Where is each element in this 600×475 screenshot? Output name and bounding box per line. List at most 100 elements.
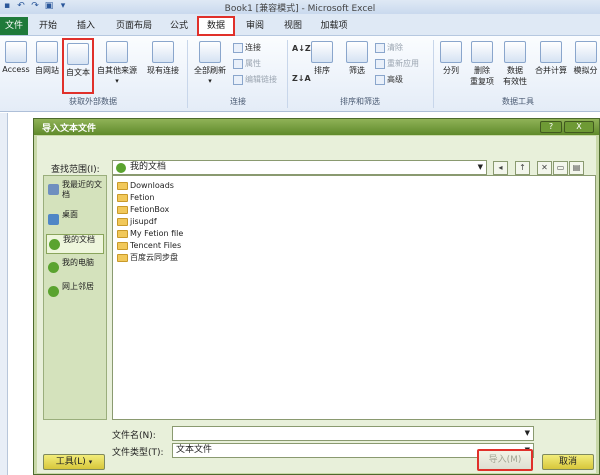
what-if-analysis-button[interactable]: 模拟分 [571, 38, 600, 94]
help-button[interactable]: ? [540, 121, 562, 133]
ribbon-tabs: 文件 开始 插入 页面布局 公式 数据 审阅 视图 加载项 [0, 14, 600, 36]
from-text-button[interactable]: 自文本 [62, 38, 94, 94]
tab-review[interactable]: 审阅 [240, 18, 270, 34]
reapply-button[interactable]: 重新应用 [375, 57, 419, 71]
list-item[interactable]: jisupdf [117, 216, 157, 228]
group-separator [187, 40, 188, 108]
places-bar: 我最近的文档 桌面 我的文档 我的电脑 网上邻居 [43, 175, 107, 420]
new-folder-icon[interactable]: ▭ [553, 161, 568, 175]
place-network[interactable]: 网上邻居 [46, 282, 104, 302]
tab-file[interactable]: 文件 [0, 17, 28, 35]
folder-icon [117, 194, 128, 202]
back-icon[interactable]: ◂ [493, 161, 508, 175]
data-validation-button[interactable]: 数据 有效性 [499, 38, 531, 94]
text-file-icon [67, 43, 89, 65]
connections-button[interactable]: 连接 [233, 41, 261, 55]
group-label-external-data: 获取外部数据 [69, 97, 117, 106]
lookin-label: 查找范围(I): [51, 165, 100, 175]
file-list[interactable]: Downloads Fetion FetionBox jisupdf My Fe… [112, 175, 596, 420]
tab-addins[interactable]: 加载项 [314, 18, 354, 34]
clear-filter-button[interactable]: 清除 [375, 41, 403, 55]
place-recent-documents[interactable]: 我最近的文档 [46, 180, 104, 206]
dialog-body: 查找范围(I): 我的文档 ▼ ◂ ↑ ✕ ▭ ▤ 我最近的文档 桌面 我的文档 [37, 136, 596, 473]
sort-icon [311, 41, 333, 63]
sort-button[interactable]: 排序 [308, 38, 336, 94]
tab-view[interactable]: 视图 [278, 18, 308, 34]
from-web-button[interactable]: 自网站 [32, 38, 62, 94]
from-other-sources-button[interactable]: 自其他来源 ▾ [95, 38, 139, 94]
chevron-down-icon: ▼ [477, 163, 483, 171]
folder-icon [117, 218, 128, 226]
folder-icon [117, 254, 128, 262]
cancel-button[interactable]: 取消 [542, 454, 594, 470]
refresh-icon [199, 41, 221, 63]
list-item[interactable]: Fetion [117, 192, 154, 204]
tab-data[interactable]: 数据 [197, 16, 235, 36]
group-label-sort-filter: 排序和筛选 [340, 97, 380, 106]
recent-docs-icon [48, 184, 59, 195]
remove-duplicates-icon [471, 41, 493, 63]
folder-icon [117, 230, 128, 238]
dialog-title-bar: 导入文本文件 ? X [34, 119, 599, 135]
tab-insert[interactable]: 插入 [70, 18, 102, 34]
list-item[interactable]: Downloads [117, 180, 174, 192]
remove-duplicates-button[interactable]: 删除 重复项 [467, 38, 497, 94]
connections-icon [233, 42, 243, 53]
network-places-icon [48, 286, 59, 297]
reapply-icon [375, 58, 385, 69]
filter-funnel-icon [346, 41, 368, 63]
filename-label: 文件名(N): [112, 431, 156, 441]
refresh-all-button[interactable]: 全部刷新 ▾ [190, 38, 230, 94]
existing-connections-icon [152, 41, 174, 63]
tab-home[interactable]: 开始 [30, 18, 66, 34]
row-headers [0, 113, 8, 475]
existing-connections-button[interactable]: 现有连接 [143, 38, 183, 94]
views-icon[interactable]: ▤ [569, 161, 584, 175]
desktop-icon [48, 214, 59, 225]
folder-icon [117, 206, 128, 214]
import-button[interactable]: 导入(M) [477, 449, 533, 471]
edit-links-button[interactable]: 编辑链接 [233, 73, 277, 87]
my-documents-icon [49, 239, 60, 250]
properties-button[interactable]: 属性 [233, 57, 261, 71]
list-item[interactable]: FetionBox [117, 204, 169, 216]
delete-icon[interactable]: ✕ [537, 161, 552, 175]
advanced-filter-button[interactable]: 高级 [375, 73, 403, 87]
chevron-down-icon: ▼ [524, 429, 530, 437]
from-access-button[interactable]: Access [0, 38, 32, 94]
place-my-computer[interactable]: 我的电脑 [46, 258, 104, 278]
ribbon: Access 自网站 自文本 自其他来源 ▾ 现有连接 获取外部数据 全部刷新 ▾ … [0, 36, 600, 112]
close-button[interactable]: X [564, 121, 594, 133]
access-icon [5, 41, 27, 63]
group-separator [433, 40, 434, 108]
filename-input[interactable]: ▼ [172, 426, 534, 441]
properties-icon [233, 58, 243, 69]
lookin-combo[interactable]: 我的文档 ▼ [112, 160, 487, 175]
filetype-label: 文件类型(T): [112, 448, 164, 458]
group-label-data-tools: 数据工具 [502, 97, 534, 106]
filter-button[interactable]: 筛选 [342, 38, 372, 94]
text-to-columns-button[interactable]: 分列 [437, 38, 465, 94]
advanced-icon [375, 74, 385, 85]
tab-formulas[interactable]: 公式 [164, 18, 194, 34]
group-label-connections: 连接 [230, 97, 246, 106]
list-item[interactable]: My Fetion file [117, 228, 183, 240]
tab-page-layout[interactable]: 页面布局 [108, 18, 160, 34]
web-icon [36, 41, 58, 63]
import-text-file-dialog: 导入文本文件 ? X 查找范围(I): 我的文档 ▼ ◂ ↑ ✕ ▭ ▤ 我最近… [33, 118, 600, 475]
list-item[interactable]: 百度云同步盘 [117, 252, 178, 264]
dialog-title: 导入文本文件 [42, 124, 97, 134]
text-to-columns-icon [440, 41, 462, 63]
place-desktop[interactable]: 桌面 [46, 210, 104, 230]
up-folder-icon[interactable]: ↑ [515, 161, 530, 175]
folder-icon [117, 242, 128, 250]
other-sources-icon [106, 41, 128, 63]
consolidate-button[interactable]: 合并计算 [532, 38, 570, 94]
tools-button[interactable]: 工具(L) ▾ [43, 454, 105, 470]
list-item[interactable]: Tencent Files [117, 240, 181, 252]
what-if-icon [574, 41, 597, 63]
folder-icon [117, 182, 128, 190]
data-validation-icon [504, 41, 526, 63]
place-my-documents[interactable]: 我的文档 [46, 234, 104, 254]
my-computer-icon [48, 262, 59, 273]
